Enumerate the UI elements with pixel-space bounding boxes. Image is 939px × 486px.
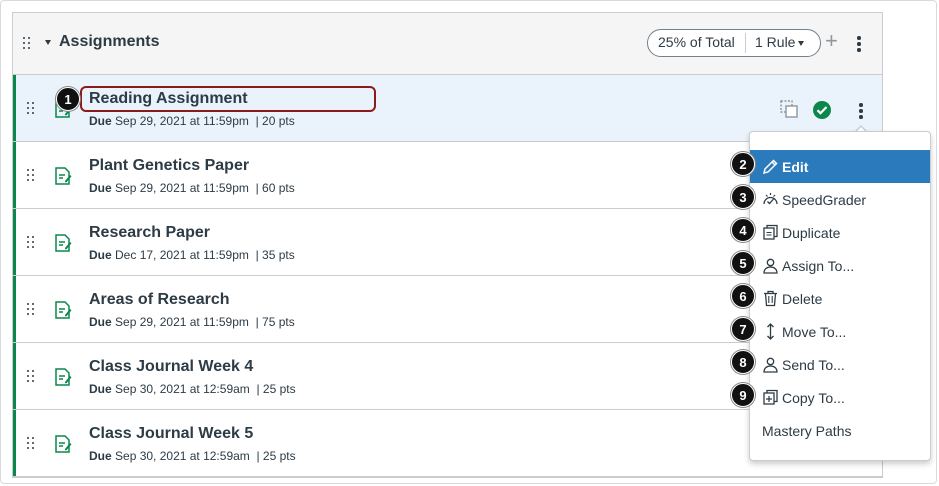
move-icon — [767, 323, 774, 340]
due-date: Sep 29, 2021 at 11:59pm — [115, 315, 249, 329]
collapse-caret-icon[interactable] — [45, 40, 51, 45]
menu-item-send-to[interactable]: Send To... — [750, 348, 930, 381]
group-options-kebab-icon[interactable] — [857, 36, 861, 52]
callout-badge: 8 — [731, 350, 755, 374]
menu-item-label: Mastery Paths — [762, 423, 852, 439]
due-label: Due — [89, 114, 112, 128]
assignment-icon — [55, 368, 72, 386]
assignment-icon — [55, 234, 72, 252]
points: | 25 pts — [256, 382, 296, 396]
assignment-meta: Due Sep 30, 2021 at 12:59am | 25 pts — [89, 449, 296, 463]
points: | 60 pts — [255, 181, 295, 195]
group-weight-rules-pill: 25% of Total 1 Rule — [647, 29, 821, 57]
drag-handle-icon[interactable] — [27, 370, 37, 384]
menu-item-label: Delete — [782, 291, 823, 307]
group-title: Assignments — [59, 33, 160, 50]
group-weight-label: 25% of Total — [658, 34, 735, 50]
trash-icon — [764, 290, 777, 307]
points: | 20 pts — [255, 114, 295, 128]
points: | 35 pts — [255, 248, 295, 262]
drag-handle-icon[interactable] — [27, 437, 37, 451]
assignment-title[interactable]: Research Paper — [89, 224, 210, 242]
published-accent-bar — [13, 142, 16, 208]
published-check-icon[interactable] — [812, 100, 832, 120]
due-date: Dec 17, 2021 at 11:59pm — [115, 248, 249, 262]
assignment-meta: Due Sep 30, 2021 at 12:59am | 25 pts — [89, 382, 296, 396]
pencil-icon — [762, 159, 778, 175]
menu-item-label: Edit — [782, 159, 809, 175]
assignment-group-header[interactable]: Assignments 25% of Total 1 Rule + — [13, 13, 882, 75]
drag-handle-icon[interactable] — [27, 102, 37, 116]
drag-handle-icon[interactable] — [23, 37, 33, 51]
due-date: Sep 30, 2021 at 12:59am — [115, 449, 250, 463]
assignment-icon — [55, 301, 72, 319]
callout-badge: 9 — [731, 383, 755, 407]
published-accent-bar — [13, 410, 16, 476]
due-date: Sep 30, 2021 at 12:59am — [115, 382, 250, 396]
rules-caret-icon — [798, 41, 804, 46]
due-date: Sep 29, 2021 at 11:59pm — [115, 181, 249, 195]
menu-item-label: Copy To... — [782, 390, 845, 406]
menu-item-label: Assign To... — [782, 258, 855, 274]
due-label: Due — [89, 248, 112, 262]
published-accent-bar — [13, 343, 16, 409]
drag-handle-icon[interactable] — [27, 236, 37, 250]
menu-item-label: Send To... — [782, 357, 845, 373]
assignment-options-menu: Edit SpeedGrader Duplicate Assign To... … — [749, 131, 931, 461]
assignment-meta: Due Sep 29, 2021 at 11:59pm | 20 pts — [89, 114, 295, 128]
callout-badge: 7 — [731, 317, 755, 341]
published-accent-bar — [13, 276, 16, 342]
menu-item-speedgrader[interactable]: SpeedGrader — [750, 183, 930, 216]
assignment-title[interactable]: Class Journal Week 4 — [89, 358, 253, 376]
assignment-meta: Due Sep 29, 2021 at 11:59pm | 60 pts — [89, 181, 295, 195]
due-label: Due — [89, 449, 112, 463]
assignment-options-kebab-icon[interactable] — [859, 103, 863, 119]
assignment-title[interactable]: Plant Genetics Paper — [89, 157, 249, 175]
due-label: Due — [89, 181, 112, 195]
rules-button[interactable]: 1 Rule — [755, 34, 795, 50]
duplicate-icon[interactable] — [779, 99, 799, 119]
callout-badge: 1 — [56, 87, 80, 111]
add-assignment-button[interactable]: + — [825, 30, 838, 52]
callout-badge: 6 — [731, 284, 755, 308]
speedgrader-icon — [763, 193, 778, 205]
published-accent-bar — [13, 75, 16, 141]
drag-handle-icon[interactable] — [27, 169, 37, 183]
menu-item-label: SpeedGrader — [782, 192, 867, 208]
menu-item-delete[interactable]: Delete — [750, 282, 930, 315]
user-icon — [763, 357, 778, 373]
assignment-meta: Due Sep 29, 2021 at 11:59pm | 75 pts — [89, 315, 295, 329]
assignment-title[interactable]: Class Journal Week 5 — [89, 425, 253, 443]
menu-item-duplicate[interactable]: Duplicate — [750, 216, 930, 249]
published-accent-bar — [13, 209, 16, 275]
menu-item-move-to[interactable]: Move To... — [750, 315, 930, 348]
assignment-meta: Due Dec 17, 2021 at 11:59pm | 35 pts — [89, 248, 295, 262]
highlight-box — [80, 86, 376, 112]
callout-badge: 4 — [731, 218, 755, 242]
callout-badge: 2 — [731, 152, 755, 176]
assignment-title[interactable]: Areas of Research — [89, 291, 230, 309]
menu-item-label: Move To... — [782, 324, 847, 340]
callout-badge: 3 — [731, 185, 755, 209]
points: | 25 pts — [256, 449, 296, 463]
points: | 75 pts — [255, 315, 295, 329]
menu-item-label: Duplicate — [782, 225, 841, 241]
due-label: Due — [89, 315, 112, 329]
pill-divider — [745, 33, 746, 53]
due-label: Due — [89, 382, 112, 396]
duplicate-icon — [763, 224, 778, 240]
menu-item-mastery-paths[interactable]: Mastery Paths — [750, 414, 930, 447]
callout-badge: 5 — [731, 251, 755, 275]
drag-handle-icon[interactable] — [27, 303, 37, 317]
menu-item-edit[interactable]: Edit — [750, 150, 930, 183]
menu-item-copy-to[interactable]: Copy To... — [750, 381, 930, 414]
due-date: Sep 29, 2021 at 11:59pm — [115, 114, 249, 128]
user-icon — [763, 258, 778, 274]
menu-item-assign-to[interactable]: Assign To... — [750, 249, 930, 282]
copy-icon — [763, 389, 778, 405]
assignment-icon — [55, 167, 72, 185]
assignment-icon — [55, 435, 72, 453]
